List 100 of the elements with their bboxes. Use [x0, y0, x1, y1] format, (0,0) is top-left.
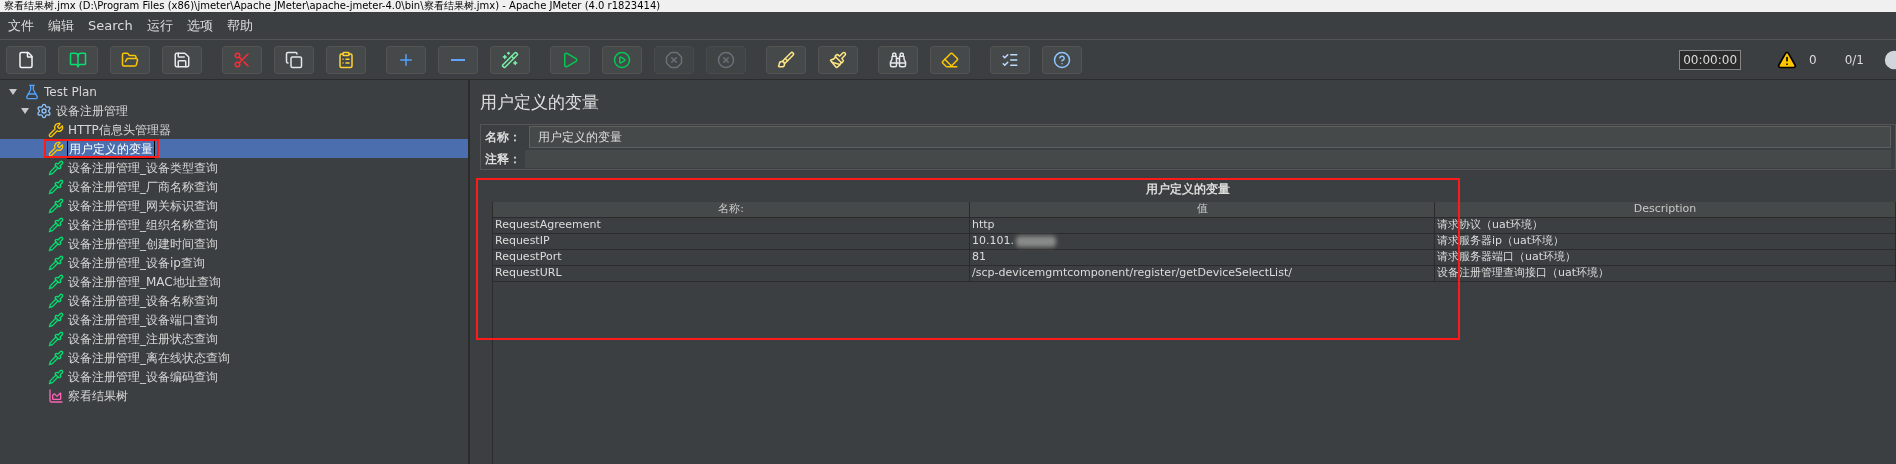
toolbar-button[interactable]	[930, 45, 970, 74]
tree-item[interactable]: 设备注册管理_设备编码查询	[0, 367, 468, 386]
tree-item[interactable]: 设备注册管理_创建时间查询	[0, 234, 468, 253]
pipette-icon	[48, 292, 64, 309]
pipette-icon	[48, 159, 64, 176]
tree-item[interactable]: 设备注册管理_注册状态查询	[0, 329, 468, 348]
tree-item[interactable]: 设备注册管理_厂商名称查询	[0, 177, 468, 196]
help-icon	[1053, 50, 1071, 69]
table-cell: 请求协议（uat环境）	[1435, 217, 1896, 233]
toolbar-button[interactable]	[438, 45, 478, 74]
chart-icon	[48, 387, 64, 404]
wrench-icon	[48, 121, 64, 138]
table-cell: RequestIP	[493, 233, 970, 249]
comment-field[interactable]	[525, 149, 1891, 168]
menu-item[interactable]: 选项	[186, 15, 213, 36]
tree-item-label: 设备注册管理_组织名称查询	[67, 216, 219, 234]
toolbar-button[interactable]	[110, 45, 150, 74]
table-cell: RequestPort	[493, 249, 970, 265]
warning-icon[interactable]	[1777, 49, 1798, 70]
toolbar-button[interactable]	[602, 45, 642, 74]
tree-item-label: 察看结果树	[67, 387, 129, 405]
table-cell: 81	[970, 249, 1435, 265]
tree-item[interactable]: 设备注册管理_设备类型查询	[0, 158, 468, 177]
clipboard-icon	[337, 50, 355, 69]
warning-count: 0	[1809, 51, 1817, 69]
tree-item-label: 设备注册管理_离在线状态查询	[67, 349, 231, 367]
panel-title: 用户定义的变量	[480, 91, 600, 114]
gear-icon	[36, 102, 52, 119]
tree-item-label: 设备注册管理_创建时间查询	[67, 235, 219, 253]
binoculars-icon	[889, 50, 907, 69]
pipette-icon	[48, 254, 64, 271]
menu-item[interactable]: 运行	[146, 15, 173, 36]
play-icon	[561, 50, 579, 69]
toolbar-button[interactable]	[274, 45, 314, 74]
disclosure-triangle-icon[interactable]	[8, 86, 18, 97]
tree-item[interactable]: Test Plan	[0, 82, 468, 101]
scissors-icon	[233, 50, 251, 69]
tree-item-label: 设备注册管理_设备类型查询	[67, 159, 219, 177]
tree-item-label: 设备注册管理_设备ip查询	[67, 254, 206, 272]
field-label: 名称：	[485, 128, 521, 146]
minus-icon	[451, 58, 465, 61]
pipette-icon	[48, 311, 64, 328]
tree-item-label: Test Plan	[43, 83, 98, 101]
toolbar-button[interactable]	[766, 45, 806, 74]
play-icon	[613, 50, 631, 69]
disclosure-triangle-icon[interactable]	[20, 105, 30, 116]
pipette-icon	[48, 235, 64, 252]
tree-item[interactable]: 设备注册管理_组织名称查询	[0, 215, 468, 234]
column-header[interactable]: 名称:	[493, 201, 970, 217]
toolbar-button[interactable]	[878, 45, 918, 74]
table-cell: /scp-devicemgmtcomponent/register/getDeviceSelectList/	[970, 265, 1435, 281]
wand-icon	[501, 50, 519, 69]
toolbar-button[interactable]	[1042, 45, 1082, 74]
tree-item[interactable]: HTTP信息头管理器	[0, 120, 468, 139]
tree-item-label: 设备注册管理_注册状态查询	[67, 330, 219, 348]
tree-item[interactable]: 设备注册管理_MAC地址查询	[0, 272, 468, 291]
copy-icon	[285, 50, 303, 69]
menu-item[interactable]: 帮助	[226, 15, 253, 36]
tree-item-label: 设备注册管理_网关标识查询	[67, 197, 219, 215]
tree-item-label: 设备注册管理_设备名称查询	[67, 292, 219, 310]
brush-icon	[829, 50, 847, 69]
pipette-icon	[48, 368, 64, 385]
tree-item[interactable]: 设备注册管理_设备ip查询	[0, 253, 468, 272]
tree-item-label: HTTP信息头管理器	[67, 121, 172, 139]
tree-item-label: 设备注册管理_厂商名称查询	[67, 178, 219, 196]
field-label: 注释：	[485, 150, 521, 168]
tree-item[interactable]: 用户定义的变量	[0, 139, 468, 158]
tree-item-label: 设备注册管理_设备编码查询	[67, 368, 219, 386]
menu-item[interactable]: 文件	[8, 15, 34, 36]
flask-icon	[24, 83, 40, 100]
tree-item[interactable]: 设备注册管理_离在线状态查询	[0, 348, 468, 367]
tree-item[interactable]: 设备注册管理	[0, 101, 468, 120]
stop-icon	[665, 50, 683, 69]
tree-item-label: 设备注册管理_设备端口查询	[67, 311, 219, 329]
toolbar-button[interactable]	[326, 45, 366, 74]
pipette-icon	[48, 330, 64, 347]
table-cell: RequestAgreement	[493, 217, 970, 233]
toolbar-button[interactable]	[6, 45, 46, 74]
pipette-icon	[48, 349, 64, 366]
toolbar-button[interactable]	[990, 45, 1030, 74]
tree-item[interactable]: 设备注册管理_设备端口查询	[0, 310, 468, 329]
column-header[interactable]: Description	[1435, 201, 1896, 217]
toolbar-button[interactable]	[58, 45, 98, 74]
tree-item[interactable]: 察看结果树	[0, 386, 468, 405]
toolbar-button[interactable]	[550, 45, 590, 74]
broom-icon	[941, 50, 959, 69]
menu-item[interactable]: Search	[88, 15, 133, 36]
table-cell: 10.101.	[970, 233, 1435, 249]
toolbar-button[interactable]	[818, 45, 858, 74]
tree-item-label: 设备注册管理_MAC地址查询	[67, 273, 222, 291]
tree-item[interactable]: 设备注册管理_网关标识查询	[0, 196, 468, 215]
name-field[interactable]: 用户定义的变量	[529, 125, 1891, 148]
column-header[interactable]: 值	[970, 201, 1435, 217]
pipette-icon	[48, 178, 64, 195]
toolbar-button[interactable]	[162, 45, 202, 74]
menu-item[interactable]: 编辑	[48, 15, 74, 36]
tree-item[interactable]: 设备注册管理_设备名称查询	[0, 291, 468, 310]
toolbar-button[interactable]	[490, 45, 530, 74]
folder-icon	[121, 50, 139, 69]
file-icon	[17, 50, 35, 69]
